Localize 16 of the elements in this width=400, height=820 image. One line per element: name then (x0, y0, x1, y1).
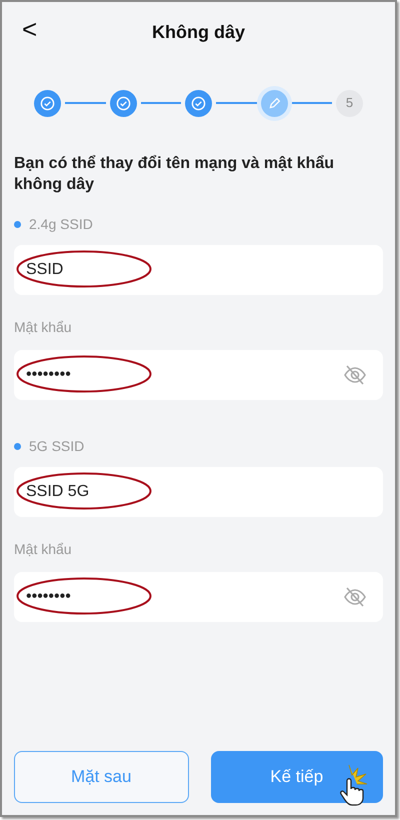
band-label: 5G SSID (29, 436, 84, 456)
password-field[interactable]: •••••••• (14, 350, 383, 400)
bullet-dot (14, 220, 21, 228)
eye-hidden-icon[interactable] (343, 364, 367, 386)
password-label: Mật khẩu (14, 540, 73, 559)
password-label: Mật khẩu (14, 318, 73, 337)
ssid-field[interactable]: SSID (14, 244, 383, 295)
screen-title: Không dây (152, 22, 245, 44)
eye-hidden-icon[interactable] (343, 586, 367, 608)
band-label: 2.4g SSID (29, 214, 93, 234)
password-field[interactable]: •••••••• (14, 572, 383, 622)
bullet-dot (14, 442, 21, 450)
instruction-text: Bạn có thể thay đổi tên mạng và mật khẩu không dây (14, 154, 336, 195)
back-button[interactable]: < (18, 16, 42, 42)
ssid-field[interactable]: SSID 5G (14, 466, 383, 517)
step-indicator: 5 (336, 90, 363, 116)
